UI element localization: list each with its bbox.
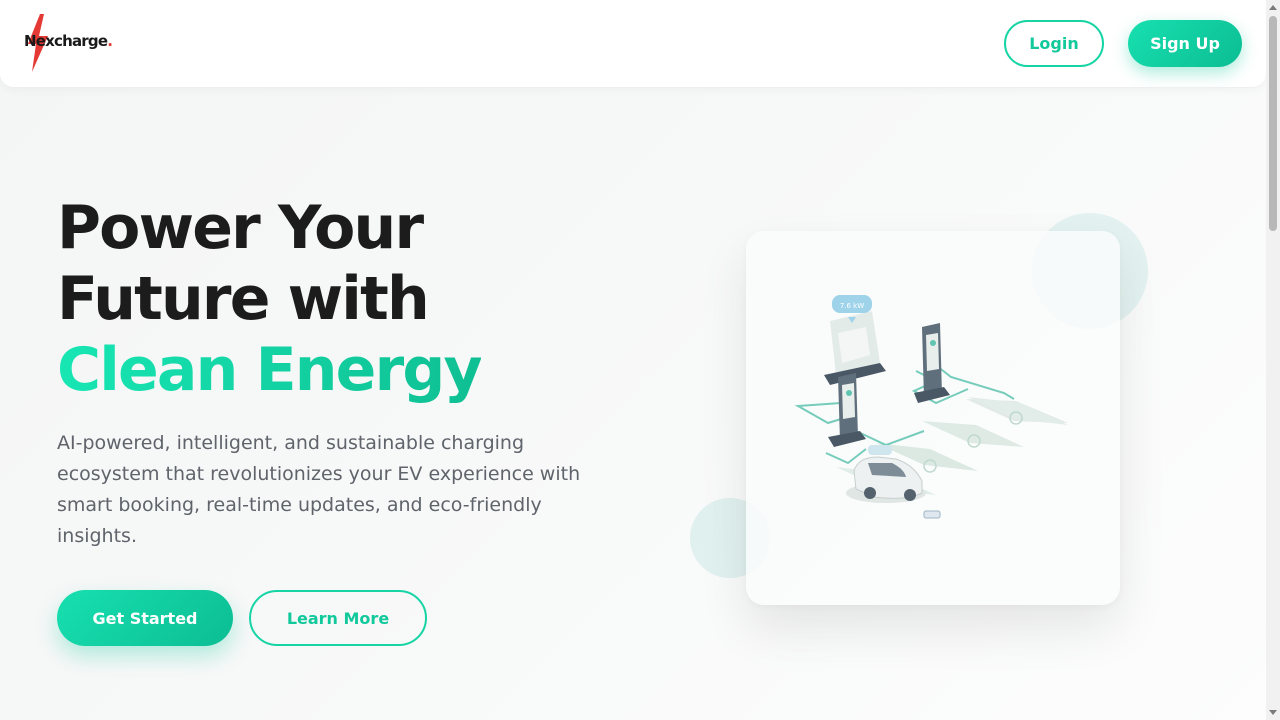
hero-title-line-1: Power Your xyxy=(57,193,424,263)
signup-button[interactable]: Sign Up xyxy=(1128,20,1242,67)
hero-description: AI-powered, intelligent, and sustainable… xyxy=(57,432,581,547)
charger-badge-text: 7.6 kW xyxy=(840,302,864,310)
brand-name: Nexcharge. xyxy=(24,32,113,50)
brand-logo[interactable]: Nexcharge. xyxy=(22,14,132,74)
ev-charging-illustration-card: 7.6 kW xyxy=(746,231,1120,605)
site-header: Nexcharge. Login Sign Up xyxy=(0,0,1266,88)
get-started-button[interactable]: Get Started xyxy=(57,590,233,646)
ev-charging-station-illustration: 7.6 kW xyxy=(794,295,1068,519)
hero-title: Power Your Future with Clean Energy xyxy=(57,193,657,406)
hero-title-line-2: Future with xyxy=(57,264,430,334)
page-scrollbar[interactable] xyxy=(1266,0,1280,720)
login-button[interactable]: Login xyxy=(1004,20,1104,67)
scroll-down-arrow-icon[interactable] xyxy=(1269,710,1277,715)
learn-more-button[interactable]: Learn More xyxy=(249,590,427,646)
hero-title-accent: Clean Energy xyxy=(57,335,483,405)
scroll-up-arrow-icon[interactable] xyxy=(1269,5,1277,10)
scrollbar-thumb[interactable] xyxy=(1269,16,1277,231)
